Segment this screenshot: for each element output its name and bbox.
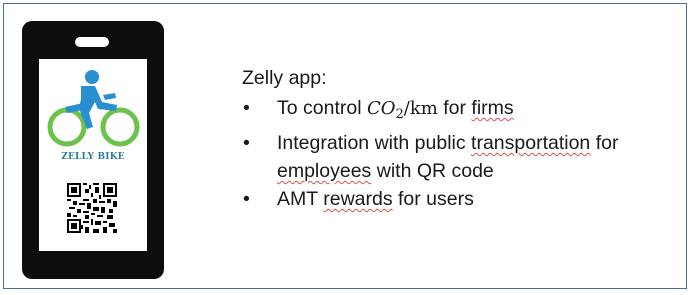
co2-symbol: CO xyxy=(366,98,396,119)
co2-per-km-formula: CO2/km xyxy=(366,98,438,122)
feature-list-block: Zelly app: To control CO2/km for firms I… xyxy=(242,64,618,213)
section-title: Zelly app: xyxy=(242,67,327,89)
slide-frame: ZELLY BIKE Zelly app: • To control CO2/k… xyxy=(3,3,687,289)
bullet1-prefix: To control xyxy=(277,97,367,119)
bullet3-c: for users xyxy=(392,188,474,210)
unit-per-km: /km xyxy=(403,98,438,119)
rider-icon xyxy=(65,70,117,129)
bullet2-transportation: transportation xyxy=(471,132,591,154)
bullet1-middle: for xyxy=(437,97,472,119)
bullet2-line1-c: for xyxy=(590,132,619,154)
bullet2-line2-b: with QR code xyxy=(371,160,494,182)
list-item: To control CO2/km for firms xyxy=(242,94,618,129)
phone-screen: ZELLY BIKE xyxy=(39,59,147,251)
bike-logo-icon xyxy=(47,70,140,147)
rear-wheel-icon xyxy=(47,107,87,147)
phone-speaker xyxy=(75,37,109,47)
bullet3-a: AMT xyxy=(277,188,324,210)
bullet2-line1-a: Integration with public xyxy=(277,132,472,154)
brand-name: ZELLY BIKE xyxy=(61,152,125,162)
list-item: AMT rewards for users xyxy=(242,185,618,213)
qr-code-icon[interactable] xyxy=(67,183,117,233)
feature-list: To control CO2/km for firms Integration … xyxy=(242,94,618,213)
bullet3-rewards: rewards xyxy=(323,188,393,210)
phone-mockup: ZELLY BIKE xyxy=(22,21,164,279)
list-item: Integration with public transportation f… xyxy=(242,129,618,185)
bullet1-firms: firms xyxy=(471,97,514,119)
co2-subscript: 2 xyxy=(395,107,404,122)
front-wheel-icon xyxy=(100,107,140,147)
bullet2-employees: employees xyxy=(277,160,372,182)
